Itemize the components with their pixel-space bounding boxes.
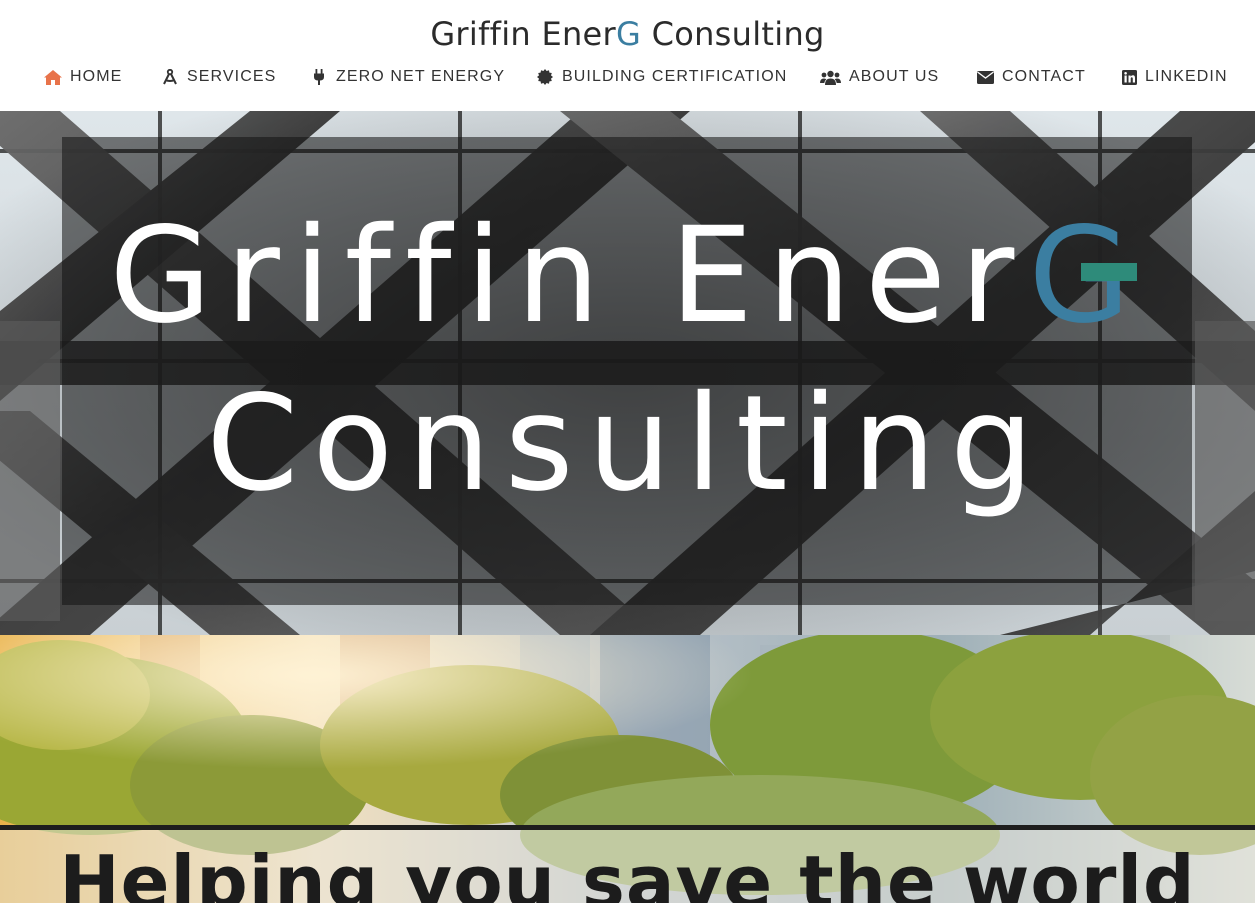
- nav-services-label: SERVICES: [187, 68, 277, 85]
- drafting-compass-icon: [161, 69, 179, 85]
- nav-zero-net-energy[interactable]: ZERO NET ENERGY: [310, 62, 505, 92]
- envelope-icon: [976, 69, 994, 85]
- nav-contact[interactable]: CONTACT: [976, 62, 1086, 92]
- tagline-section: Helping you save the world: [0, 635, 1255, 903]
- nav-building-certification-label: BUILDING CERTIFICATION: [562, 68, 788, 85]
- site-logo[interactable]: Griffin EnerG Consulting: [0, 12, 1255, 56]
- nav-contact-label: CONTACT: [1002, 68, 1086, 85]
- nav-about-us-label: ABOUT US: [849, 68, 940, 85]
- logo-text-part2: Consulting: [641, 15, 825, 53]
- nav-home[interactable]: HOME: [44, 62, 122, 92]
- nav-services[interactable]: SERVICES: [161, 62, 276, 92]
- nav-zero-net-energy-label: ZERO NET ENERGY: [336, 68, 506, 85]
- logo-accent-g: G: [616, 15, 642, 53]
- hero-title-line1: Griffin EnerG: [62, 201, 1192, 351]
- hero-title-line2: Consulting: [206, 367, 1048, 521]
- divider-line: [0, 825, 1255, 830]
- logo-text-part1: Griffin Ener: [430, 15, 616, 53]
- tagline-heading: Helping you save the world: [59, 840, 1196, 903]
- home-icon: [44, 69, 62, 85]
- site-header: Griffin EnerG Consulting HOME SERVICES Z…: [0, 0, 1255, 111]
- nav-home-label: HOME: [70, 68, 123, 85]
- users-icon: [820, 69, 841, 85]
- linkedin-icon: [1122, 69, 1137, 85]
- nav-linkedin[interactable]: LINKEDIN: [1122, 62, 1228, 92]
- hero-banner: Griffin EnerG Consulting: [0, 111, 1255, 635]
- nav-about-us[interactable]: ABOUT US: [820, 62, 939, 92]
- main-nav: HOME SERVICES ZERO NET ENERGY BUILDING C…: [0, 62, 1255, 92]
- certificate-icon: [536, 69, 554, 85]
- plug-icon: [310, 69, 328, 85]
- nav-linkedin-label: LINKEDIN: [1145, 68, 1228, 85]
- hero-title-accent-g: G: [1028, 199, 1145, 353]
- nav-building-certification[interactable]: BUILDING CERTIFICATION: [536, 62, 787, 92]
- hero-title-main: Griffin Ener: [109, 199, 1029, 353]
